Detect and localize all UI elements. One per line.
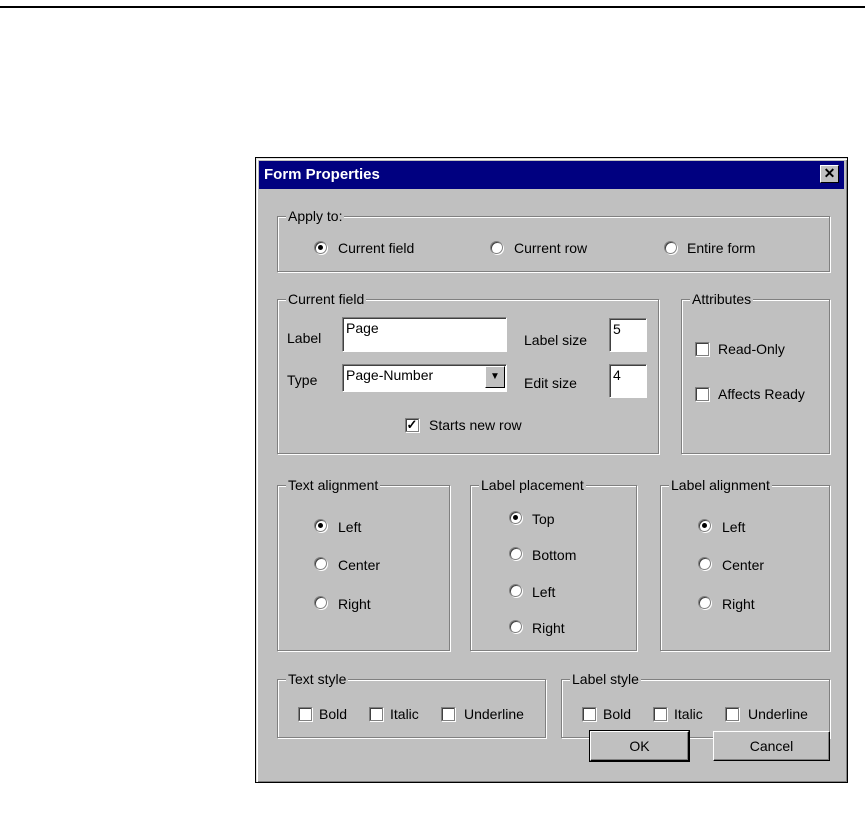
placement-top-radio[interactable]: [509, 511, 522, 524]
label-size-caption: Label size: [524, 332, 588, 348]
text-alignment-legend: Text alignment: [286, 476, 381, 494]
text-underline-label[interactable]: Underline: [464, 705, 524, 723]
apply-current-field-label[interactable]: Current field: [338, 239, 414, 257]
edit-size-caption: Edit size: [524, 375, 577, 391]
close-button[interactable]: ✕: [820, 165, 839, 183]
checkmark-icon: ✓: [406, 417, 418, 432]
label-align-left-radio[interactable]: [698, 519, 711, 532]
dialog-title: Form Properties: [264, 166, 380, 183]
text-align-center-radio[interactable]: [314, 557, 327, 570]
attributes-legend: Attributes: [690, 290, 754, 308]
label-italic-checkbox[interactable]: [653, 707, 667, 721]
text-italic-label[interactable]: Italic: [390, 705, 419, 723]
cancel-button[interactable]: Cancel: [713, 731, 830, 761]
apply-to-legend: Apply to:: [286, 207, 345, 225]
close-icon: ✕: [823, 165, 836, 181]
label-bold-checkbox[interactable]: [582, 707, 596, 721]
starts-new-row-label[interactable]: Starts new row: [429, 416, 522, 434]
apply-entire-form-label[interactable]: Entire form: [687, 239, 755, 257]
placement-left-label[interactable]: Left: [532, 583, 555, 601]
title-bar: Form Properties ✕: [259, 161, 844, 189]
dropdown-arrow-button[interactable]: ▼: [485, 366, 505, 388]
type-dropdown[interactable]: Page-Number ▼: [342, 364, 507, 392]
text-italic-checkbox[interactable]: [369, 707, 383, 721]
text-align-left-radio[interactable]: [314, 519, 327, 532]
label-align-center-radio[interactable]: [698, 557, 711, 570]
label-size-input[interactable]: 5: [609, 318, 647, 352]
affects-ready-checkbox[interactable]: [695, 387, 709, 401]
attributes-group: Attributes: [681, 290, 830, 454]
label-alignment-legend: Label alignment: [669, 476, 772, 494]
apply-current-row-radio[interactable]: [490, 241, 503, 254]
apply-entire-form-radio[interactable]: [664, 241, 677, 254]
affects-ready-label[interactable]: Affects Ready: [718, 385, 805, 403]
text-align-center-label[interactable]: Center: [338, 556, 380, 574]
text-style-legend: Text style: [286, 670, 349, 688]
read-only-label[interactable]: Read-Only: [718, 340, 785, 358]
label-style-legend: Label style: [570, 670, 641, 688]
label-underline-label[interactable]: Underline: [748, 705, 808, 723]
type-caption: Type: [287, 372, 318, 388]
starts-new-row-checkbox[interactable]: ✓: [405, 418, 419, 432]
text-underline-checkbox[interactable]: [441, 707, 455, 721]
label-input[interactable]: Page: [342, 317, 507, 352]
label-underline-checkbox[interactable]: [725, 707, 739, 721]
top-divider-line: [0, 6, 865, 8]
form-properties-dialog: Form Properties ✕ Apply to: Current fiel…: [255, 157, 848, 783]
placement-bottom-label[interactable]: Bottom: [532, 546, 576, 564]
placement-left-radio[interactable]: [509, 584, 522, 597]
chevron-down-icon: ▼: [490, 371, 500, 382]
apply-current-field-radio[interactable]: [314, 241, 327, 254]
read-only-checkbox[interactable]: [695, 342, 709, 356]
label-placement-legend: Label placement: [479, 476, 586, 494]
placement-right-radio[interactable]: [509, 620, 522, 633]
label-bold-label[interactable]: Bold: [603, 705, 631, 723]
label-italic-label[interactable]: Italic: [674, 705, 703, 723]
text-bold-label[interactable]: Bold: [319, 705, 347, 723]
current-field-legend: Current field: [286, 290, 367, 308]
placement-bottom-radio[interactable]: [509, 547, 522, 560]
apply-current-row-label[interactable]: Current row: [514, 239, 587, 257]
placement-top-label[interactable]: Top: [532, 510, 555, 528]
placement-right-label[interactable]: Right: [532, 619, 565, 637]
label-caption: Label: [287, 330, 322, 346]
type-dropdown-value: Page-Number: [346, 367, 434, 383]
text-bold-checkbox[interactable]: [298, 707, 312, 721]
edit-size-input[interactable]: 4: [609, 364, 647, 398]
ok-button[interactable]: OK: [589, 730, 690, 762]
label-align-center-label[interactable]: Center: [722, 556, 764, 574]
text-align-left-label[interactable]: Left: [338, 518, 361, 536]
label-align-right-radio[interactable]: [698, 596, 711, 609]
text-align-right-radio[interactable]: [314, 596, 327, 609]
text-align-right-label[interactable]: Right: [338, 595, 371, 613]
label-align-right-label[interactable]: Right: [722, 595, 755, 613]
label-align-left-label[interactable]: Left: [722, 518, 745, 536]
